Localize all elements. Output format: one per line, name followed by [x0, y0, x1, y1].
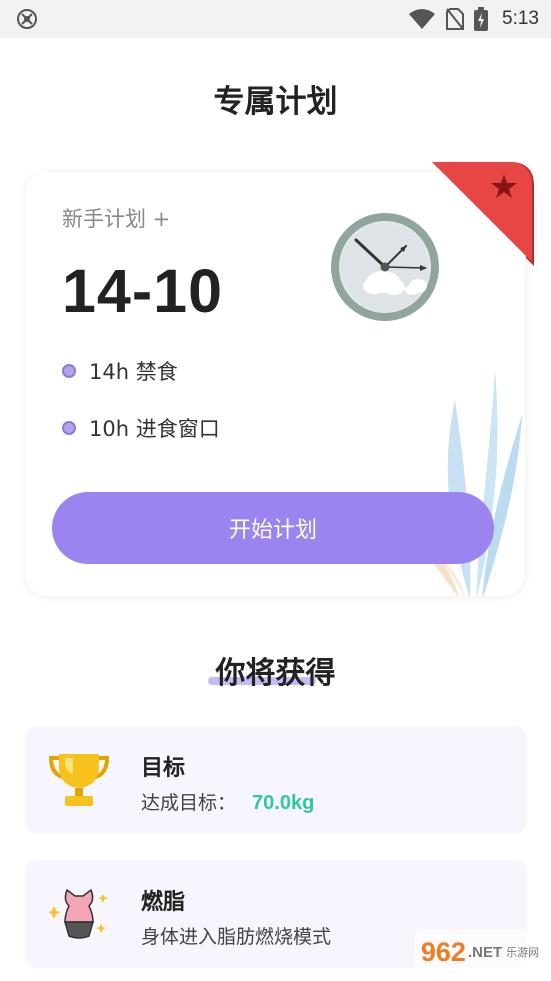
gains-title: 你将获得 — [215, 656, 336, 691]
plan-fasting-ratio: 14-10 — [62, 257, 224, 325]
bullet-label: 14h 禁食 — [89, 360, 178, 384]
bullet-dot-icon — [62, 421, 76, 435]
trophy-icon — [49, 754, 109, 806]
wifi-icon — [409, 9, 436, 29]
bullet-dot-icon — [62, 364, 76, 378]
app-notification-icon — [17, 9, 37, 29]
benefit-description: 身体进入脂肪燃烧模式 — [141, 926, 332, 948]
start-plan-button[interactable]: 开始计划 — [52, 492, 494, 564]
body-shape-icon — [49, 888, 108, 939]
status-time: 5:13 — [502, 8, 539, 29]
benefit-desc-label: 达成目标： — [141, 792, 237, 814]
plan-ribbon — [432, 162, 534, 266]
page-title: 专属计划 — [213, 84, 338, 120]
plan-bullet-eating-window: 10h 进食窗口 — [62, 413, 220, 443]
watermark-text: 962 .NET 乐游网 — [420, 936, 540, 967]
battery-charging-icon — [474, 7, 489, 31]
benefit-card-goal: 目标 达成目标： 70.0kg — [25, 726, 527, 834]
status-bar: 5:13 — [0, 0, 551, 38]
goal-weight-value: 70.0kg — [252, 792, 315, 814]
bullet-label: 10h 进食窗口 — [89, 417, 220, 441]
plan-subtitle: 新手计划 + — [62, 207, 171, 231]
plan-bullet-fasting: 14h 禁食 — [62, 356, 178, 386]
no-sim-icon — [446, 8, 465, 30]
benefit-title: 燃脂 — [141, 890, 186, 915]
clock-icon — [331, 213, 439, 321]
benefit-description: 达成目标： 70.0kg — [141, 788, 314, 815]
benefit-title: 目标 — [141, 756, 186, 781]
